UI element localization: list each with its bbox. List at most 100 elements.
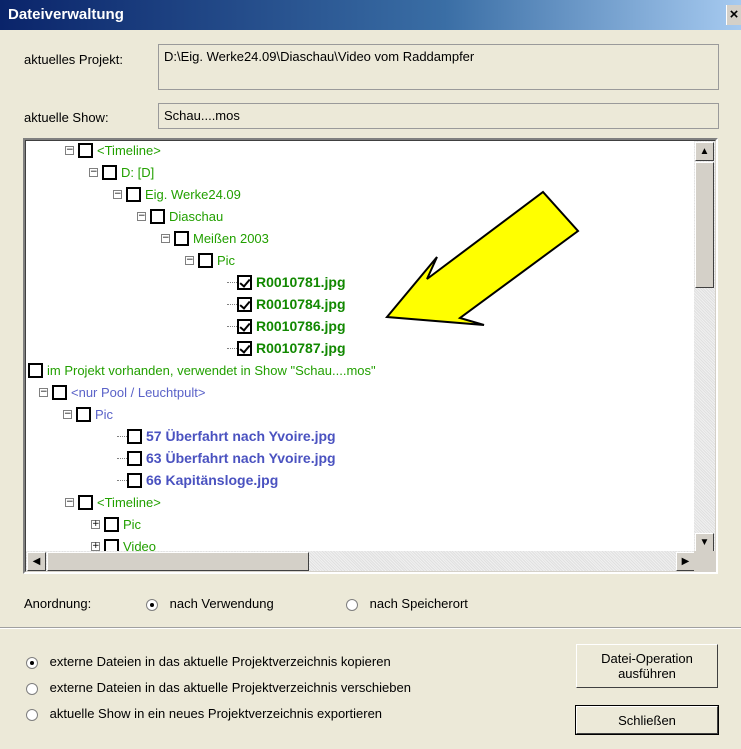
expand-icon[interactable]: + <box>91 519 100 529</box>
tree-item-label: R0010787.jpg <box>256 340 346 356</box>
radio-copy-external[interactable]: externe Dateien in das aktuelle Projektv… <box>26 654 391 669</box>
tree-item-checkbox[interactable] <box>102 164 117 180</box>
tree-item[interactable]: − <Timeline> <box>65 141 161 161</box>
tree-item-checkbox[interactable] <box>52 384 67 400</box>
radio-move-external[interactable]: externe Dateien in das aktuelle Projektv… <box>26 680 411 695</box>
file-tree-view[interactable]: − <Timeline> − D: [D] − Eig. Werke24.09 − Diasc… <box>23 138 718 574</box>
project-label: aktuelles Projekt: <box>24 52 123 67</box>
tree-item-checkbox[interactable] <box>78 494 93 510</box>
scroll-up-icon[interactable]: ▲ <box>695 142 714 161</box>
tree-item[interactable]: − <Timeline> <box>65 491 161 513</box>
tree-item-checkbox[interactable] <box>174 230 189 246</box>
tree-item-label: 66 Kapitänsloge.jpg <box>146 472 279 488</box>
tree-item-label: <Timeline> <box>97 142 161 158</box>
tree-item-checkbox[interactable] <box>127 450 142 466</box>
tree-item[interactable]: − Pic <box>185 249 235 271</box>
window-title: Dateiverwaltung <box>8 6 124 23</box>
collapse-icon[interactable]: − <box>63 409 72 419</box>
radio-by-usage[interactable]: nach Verwendung <box>146 596 274 611</box>
tree-item-label: R0010786.jpg <box>256 318 346 334</box>
tree-connector <box>227 281 237 283</box>
tree-item[interactable]: R0010784.jpg <box>227 293 346 315</box>
tree-item-label: Pic <box>95 406 114 422</box>
execute-button-line1: Datei-Operation <box>601 651 693 666</box>
tree-item-label: <Timeline> <box>97 494 161 510</box>
tree-item-label: R0010781.jpg <box>256 274 346 290</box>
radio-by-usage-label: nach Verwendung <box>169 596 274 611</box>
collapse-icon[interactable]: − <box>65 145 74 155</box>
tree-item-label: Pic <box>123 516 142 532</box>
tree-item-checkbox[interactable] <box>237 340 252 356</box>
tree-item[interactable]: + Pic <box>91 513 141 535</box>
collapse-icon[interactable]: − <box>89 167 98 177</box>
tree-item[interactable]: R0010787.jpg <box>227 337 346 359</box>
tree-item[interactable]: − Diaschau <box>137 205 223 227</box>
tree-item-label: 63 Überfahrt nach Yvoire.jpg <box>146 450 336 466</box>
tree-item[interactable]: −im Projekt vorhanden, verwendet in Show… <box>26 359 376 381</box>
radio-by-location-label: nach Speicherort <box>369 596 468 611</box>
radio-export-show-icon[interactable] <box>26 708 38 721</box>
collapse-icon[interactable]: − <box>161 233 170 243</box>
tree-item-checkbox[interactable] <box>127 472 142 488</box>
tree-item-checkbox[interactable] <box>78 142 93 158</box>
collapse-icon[interactable]: − <box>39 387 48 397</box>
vertical-scroll-thumb[interactable] <box>695 162 714 288</box>
tree-connector <box>117 457 127 459</box>
tree-item[interactable]: − Pic <box>63 403 113 425</box>
radio-export-show-label: aktuelle Show in ein neues Projektverzei… <box>49 706 383 721</box>
radio-by-usage-icon[interactable] <box>146 598 158 611</box>
collapse-icon[interactable]: − <box>65 497 74 507</box>
collapse-icon[interactable]: − <box>113 189 122 199</box>
tree-item-checkbox[interactable] <box>76 406 91 422</box>
horizontal-scrollbar[interactable]: ◀ ▶ <box>26 551 696 571</box>
close-button[interactable]: Schließen <box>575 705 719 735</box>
tree-item-label: im Projekt vorhanden, verwendet in Show … <box>47 362 376 378</box>
scroll-down-icon[interactable]: ▼ <box>695 533 714 552</box>
tree-item-checkbox[interactable] <box>237 274 252 290</box>
tree-item[interactable]: − D: [D] <box>89 161 154 183</box>
execute-file-operation-button[interactable]: Datei-Operation ausführen <box>576 644 718 688</box>
tree-item-label: R0010784.jpg <box>256 296 346 312</box>
tree-connector <box>117 479 127 481</box>
tree-item[interactable]: 63 Überfahrt nach Yvoire.jpg <box>117 447 336 469</box>
tree-item[interactable]: R0010781.jpg <box>227 271 346 293</box>
tree-item-label: <nur Pool / Leuchtpult> <box>71 384 206 400</box>
vertical-scrollbar[interactable]: ▲ ▼ <box>694 141 715 553</box>
radio-export-show[interactable]: aktuelle Show in ein neues Projektverzei… <box>26 706 382 721</box>
radio-by-location-icon[interactable] <box>346 598 358 611</box>
tree-item-checkbox[interactable] <box>104 516 119 532</box>
tree-connector <box>117 435 127 437</box>
yellow-arrow-icon <box>384 190 580 326</box>
radio-move-external-icon[interactable] <box>26 682 38 695</box>
horizontal-scroll-thumb[interactable] <box>47 552 309 571</box>
tree-item-checkbox[interactable] <box>28 362 43 378</box>
scroll-right-icon[interactable]: ▶ <box>676 552 695 571</box>
tree-item-checkbox[interactable] <box>198 252 213 268</box>
execute-button-line2: ausführen <box>618 666 676 681</box>
tree-item-label: Pic <box>217 252 236 268</box>
radio-copy-external-label: externe Dateien in das aktuelle Projektv… <box>49 654 391 669</box>
tree-item[interactable]: 57 Überfahrt nach Yvoire.jpg <box>117 425 336 447</box>
tree-item[interactable]: 66 Kapitänsloge.jpg <box>117 469 278 491</box>
expand-icon[interactable]: + <box>91 541 100 551</box>
tree-item-checkbox[interactable] <box>237 296 252 312</box>
tree-item-checkbox[interactable] <box>237 318 252 334</box>
radio-move-external-label: externe Dateien in das aktuelle Projektv… <box>49 680 411 695</box>
title-bar: Dateiverwaltung × <box>0 0 741 30</box>
collapse-icon[interactable]: − <box>185 255 194 265</box>
tree-item-label: Eig. Werke24.09 <box>145 186 241 202</box>
tree-connector <box>227 347 237 349</box>
tree-item[interactable]: − <nur Pool / Leuchtpult> <box>39 381 205 403</box>
collapse-icon[interactable]: − <box>137 211 146 221</box>
close-window-icon[interactable]: × <box>726 5 741 25</box>
tree-item[interactable]: − Eig. Werke24.09 <box>113 183 241 205</box>
tree-item-checkbox[interactable] <box>127 428 142 444</box>
tree-item-checkbox[interactable] <box>126 186 141 202</box>
tree-item-checkbox[interactable] <box>150 208 165 224</box>
radio-by-location[interactable]: nach Speicherort <box>346 596 468 611</box>
tree-item-label: 57 Überfahrt nach Yvoire.jpg <box>146 428 336 444</box>
radio-copy-external-icon[interactable] <box>26 656 38 669</box>
tree-item[interactable]: R0010786.jpg <box>227 315 346 337</box>
tree-item[interactable]: − Meißen 2003 <box>161 227 269 249</box>
scroll-left-icon[interactable]: ◀ <box>27 552 46 571</box>
